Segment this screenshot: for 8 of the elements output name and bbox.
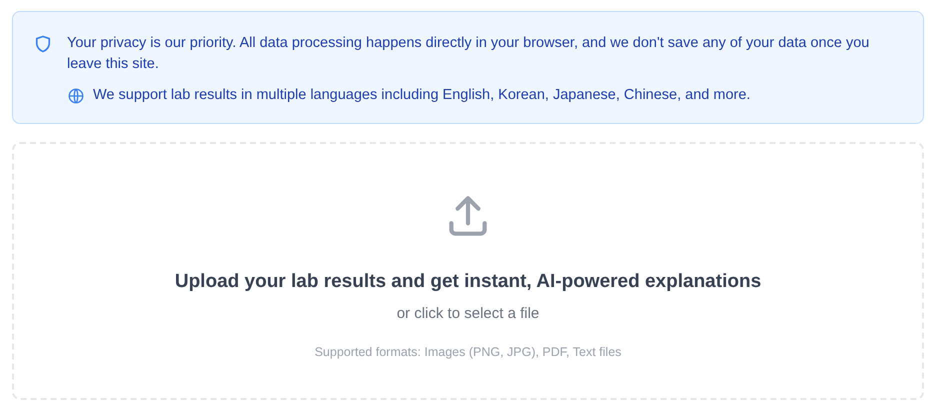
shield-icon <box>33 34 53 54</box>
upload-dropzone[interactable]: Upload your lab results and get instant, AI-powered explanations or click to select a file Supported formats: Images (PNG, JPG), PDF, Text files <box>12 142 924 400</box>
upload-title: Upload your lab results and get instant, AI-powered explanations <box>174 270 762 294</box>
languages-text: We support lab results in multiple languages including English, Korean, Japanese, Chinese, and more. <box>93 86 750 105</box>
privacy-text: Your privacy is our priority. All data processing happens directly in your browser, and we don't save any of your data once you leave this site. <box>67 34 870 74</box>
globe-icon <box>67 86 85 104</box>
upload-subtitle: or click to select a file <box>396 304 540 324</box>
supported-formats: Supported formats: Images (PNG, JPG), PDF, Text files <box>314 344 622 361</box>
